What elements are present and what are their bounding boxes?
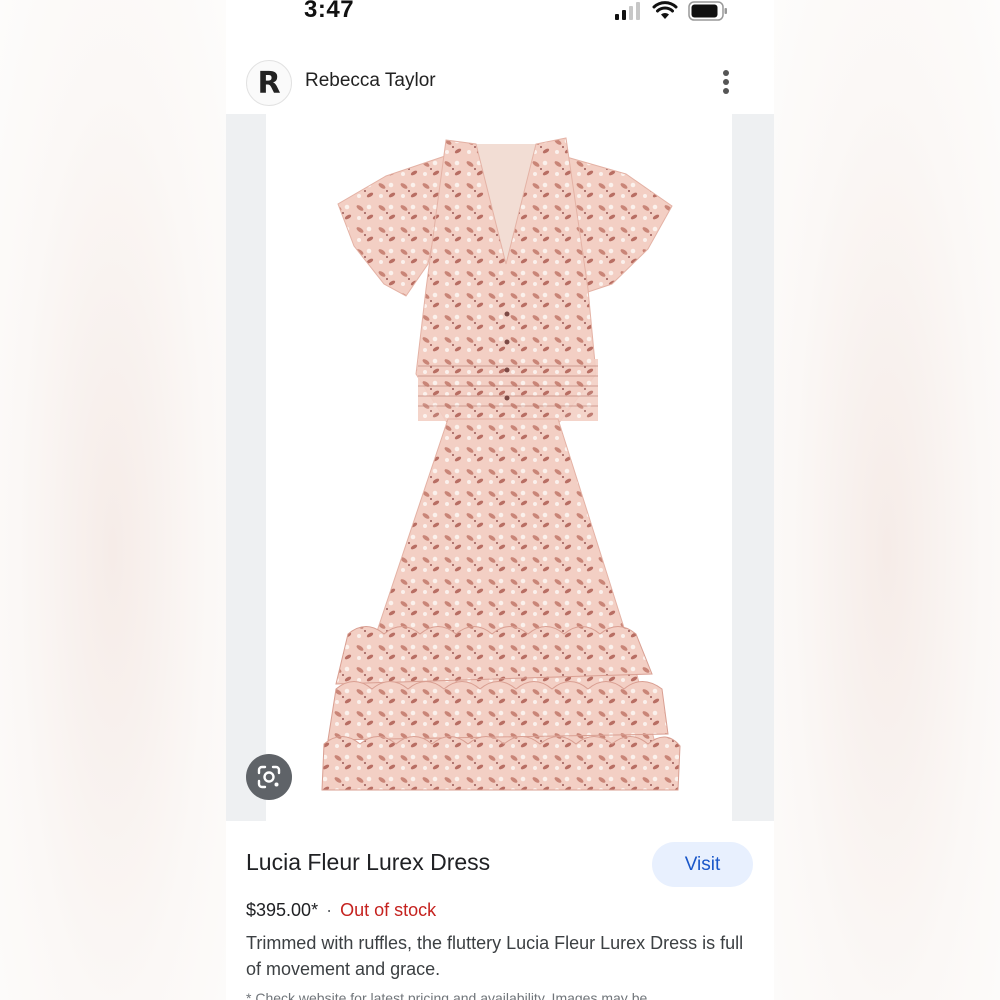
phone-screen: 3:47 R Rebecca Taylor Lucia Fleur Lurex … [226, 0, 774, 1000]
wifi-icon [652, 1, 678, 19]
battery-icon [688, 1, 727, 21]
background-right [774, 0, 1000, 1000]
stock-status: Out of stock [340, 900, 437, 920]
status-time: 3:47 [304, 0, 355, 23]
dress-illustration [321, 137, 681, 791]
price-row: $395.00* · Out of stock [246, 900, 436, 921]
google-lens-icon [257, 765, 281, 789]
product-image[interactable] [266, 114, 732, 821]
product-description: Trimmed with ruffles, the fluttery Lucia… [246, 933, 744, 979]
product-image-area[interactable] [226, 114, 774, 821]
google-lens-button[interactable] [246, 754, 292, 800]
more-vert-icon[interactable] [714, 68, 738, 96]
background-left [0, 0, 226, 1000]
visit-button[interactable]: Visit [652, 842, 753, 887]
status-icons [614, 0, 728, 22]
result-header: R Rebecca Taylor [226, 56, 774, 108]
status-bar: 3:47 [226, 0, 774, 36]
brand-avatar[interactable]: R [246, 60, 292, 106]
disclaimer-text: * Check website for latest pricing and a… [246, 990, 648, 1000]
product-title[interactable]: Lucia Fleur Lurex Dress [246, 849, 490, 876]
product-price: $395.00* [246, 900, 319, 920]
separator-dot: · [326, 900, 333, 920]
cellular-signal-icon [615, 2, 640, 20]
brand-name[interactable]: Rebecca Taylor [305, 70, 436, 92]
